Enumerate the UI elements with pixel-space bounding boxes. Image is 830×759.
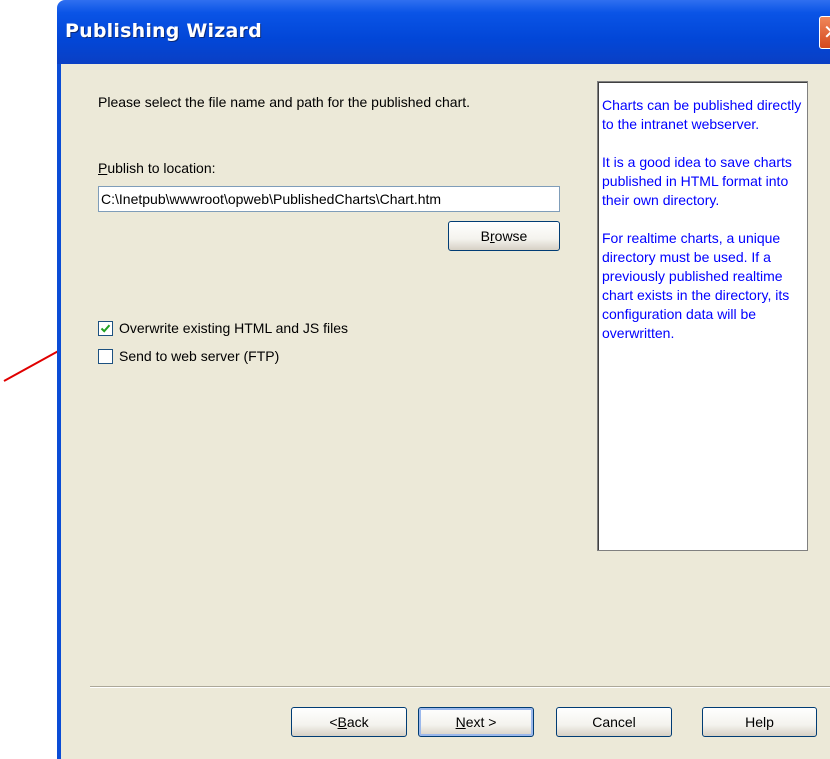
overwrite-files-checkbox[interactable] [98,320,113,336]
window-title: Publishing Wizard [65,20,262,42]
help-panel: Charts can be published directly to the … [597,81,808,551]
send-ftp-option[interactable]: Send to web server (FTP) [98,348,279,364]
publish-location-input[interactable] [98,186,560,212]
overwrite-files-option[interactable]: Overwrite existing HTML and JS files [98,320,348,336]
publishing-wizard-window: Publishing Wizard Please select the file… [57,0,830,759]
help-paragraph: It is a good idea to save charts publish… [602,154,792,208]
next-button[interactable]: Next > [418,707,534,737]
footer-separator [90,686,830,688]
close-button[interactable]: ✕ [819,16,830,49]
help-button[interactable]: Help [702,707,817,737]
title-bar: Publishing Wizard [57,0,830,64]
browse-button[interactable]: Br owse [448,221,560,251]
publish-location-label: Publish to location: [98,160,216,176]
send-ftp-checkbox[interactable] [98,348,113,364]
wizard-page: Please select the file name and path for… [61,64,830,759]
help-paragraph: For realtime charts, a unique directory … [602,230,790,341]
send-ftp-label: Send to web server (FTP) [119,348,280,364]
back-button[interactable]: < Back [291,707,407,737]
checkmark-icon [100,324,111,333]
help-paragraph: Charts can be published directly to the … [602,97,802,132]
cancel-button[interactable]: Cancel [556,707,672,737]
instruction-text: Please select the file name and path for… [98,94,471,110]
close-icon: ✕ [823,20,830,44]
overwrite-files-label: Overwrite existing HTML and JS files [119,320,348,336]
